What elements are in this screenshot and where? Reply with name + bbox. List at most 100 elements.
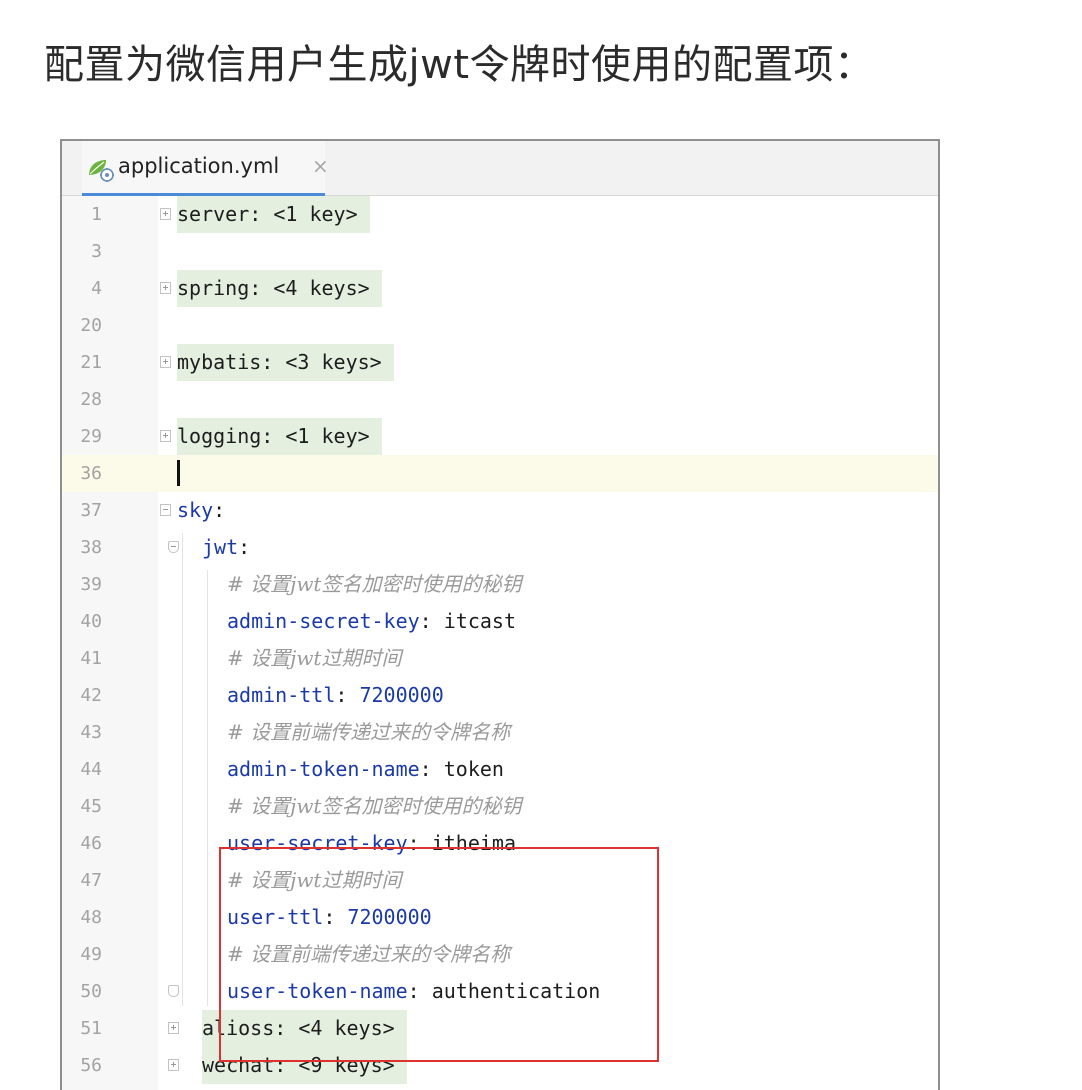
code-line[interactable]: 28 [62, 381, 938, 418]
code-line[interactable]: 49 # 设置前端传递过来的令牌名称 [62, 936, 938, 973]
code-area[interactable]: 1 server: <1 key> 3 4 spring: <4 keys> 20 21 my… [62, 196, 938, 1090]
token-plain: : itcast [419, 609, 516, 633]
line-number: 38 [80, 537, 102, 558]
code-line[interactable]: 47 # 设置jwt过期时间 [62, 862, 938, 899]
line-number: 40 [80, 611, 102, 632]
code-line[interactable]: 39 # 设置jwt签名加密时使用的秘钥 [62, 566, 938, 603]
code-line[interactable]: 51 alioss: <4 keys> [62, 1010, 938, 1047]
code-line[interactable]: 44 admin-token-name: token [62, 751, 938, 788]
code-text: admin-ttl: 7200000 [227, 677, 444, 714]
token-plain: server: <1 key> [177, 202, 358, 226]
code-text: jwt: [202, 529, 250, 566]
code-text: # 设置前端传递过来的令牌名称 [227, 936, 510, 973]
folded-code-region[interactable]: alioss: <4 keys> [202, 1010, 407, 1047]
token-key: sky [177, 498, 214, 522]
token-num: 7200000 [347, 905, 432, 929]
token-plain: wechat: <9 keys> [202, 1053, 395, 1077]
token-plain: : itheima [407, 831, 516, 855]
token-plain: : [238, 535, 251, 559]
code-text: # 设置jwt签名加密时使用的秘钥 [227, 566, 521, 603]
text-caret [177, 460, 180, 486]
folded-code-region[interactable]: server: <1 key> [177, 196, 370, 233]
code-line[interactable]: 40 admin-secret-key: itcast [62, 603, 938, 640]
token-comment: # 设置jwt签名加密时使用的秘钥 [227, 794, 522, 818]
token-comment: # 设置jwt签名加密时使用的秘钥 [227, 572, 522, 596]
code-line[interactable]: 42 admin-ttl: 7200000 [62, 677, 938, 714]
code-text: # 设置jwt过期时间 [227, 640, 401, 677]
line-number: 28 [80, 389, 102, 410]
code-line[interactable]: 41 # 设置jwt过期时间 [62, 640, 938, 677]
token-plain: alioss: <4 keys> [202, 1016, 395, 1040]
line-number: 56 [80, 1055, 102, 1076]
line-number: 36 [80, 463, 102, 484]
editor-tab-bar: application.yml × [62, 141, 938, 196]
code-line[interactable]: 56 wechat: <9 keys> [62, 1047, 938, 1084]
line-number: 37 [80, 500, 102, 521]
line-number: 43 [80, 722, 102, 743]
code-line[interactable]: 1 server: <1 key> [62, 196, 938, 233]
token-key: admin-token-name [227, 757, 420, 781]
tab-file-name: application.yml [118, 154, 280, 178]
line-number: 48 [80, 907, 102, 928]
collapse-fold-icon[interactable] [160, 504, 171, 516]
tab-application-yml[interactable]: application.yml × [82, 141, 329, 196]
line-number: 47 [80, 870, 102, 891]
code-line[interactable]: 21 mybatis: <3 keys> [62, 344, 938, 381]
line-number: 46 [80, 833, 102, 854]
token-plain: spring: <4 keys> [177, 276, 370, 300]
collapse-fold-icon[interactable] [168, 985, 179, 997]
line-number: 44 [80, 759, 102, 780]
code-line[interactable]: 38 jwt: [62, 529, 938, 566]
folded-code-region[interactable]: wechat: <9 keys> [202, 1047, 407, 1084]
expand-fold-icon[interactable] [160, 282, 171, 294]
token-key: user-secret-key [227, 831, 408, 855]
code-line[interactable]: 29 logging: <1 key> [62, 418, 938, 455]
code-line[interactable]: 43 # 设置前端传递过来的令牌名称 [62, 714, 938, 751]
code-text: user-token-name: authentication [227, 973, 600, 1010]
expand-fold-icon[interactable] [160, 208, 171, 220]
line-number: 21 [80, 352, 102, 373]
token-num: 7200000 [359, 683, 444, 707]
expand-fold-icon[interactable] [168, 1059, 179, 1071]
token-comment: # 设置前端传递过来的令牌名称 [227, 720, 511, 744]
code-text: sky: [177, 492, 225, 529]
code-line[interactable]: 50 user-token-name: authentication [62, 973, 938, 1010]
code-line[interactable]: 45 # 设置jwt签名加密时使用的秘钥 [62, 788, 938, 825]
expand-fold-icon[interactable] [160, 430, 171, 442]
folded-code-region[interactable]: spring: <4 keys> [177, 270, 382, 307]
token-plain: mybatis: <3 keys> [177, 350, 382, 374]
line-number: 51 [80, 1018, 102, 1039]
page-heading: 配置为微信用户生成jwt令牌时使用的配置项： [44, 42, 875, 88]
line-number: 50 [80, 981, 102, 1002]
token-key: jwt [202, 535, 239, 559]
line-number: 4 [91, 278, 102, 299]
expand-fold-icon[interactable] [168, 1022, 179, 1034]
folded-code-region[interactable]: logging: <1 key> [177, 418, 382, 455]
token-comment: # 设置前端传递过来的令牌名称 [227, 942, 511, 966]
line-number: 41 [80, 648, 102, 669]
code-line[interactable]: 37 sky: [62, 492, 938, 529]
code-line[interactable]: 48 user-ttl: 7200000 [62, 899, 938, 936]
token-plain: : [213, 498, 226, 522]
token-plain: logging: <1 key> [177, 424, 370, 448]
spring-leaf-icon [89, 160, 114, 182]
token-key: admin-ttl [227, 683, 336, 707]
token-comment: # 设置jwt过期时间 [227, 646, 402, 670]
token-plain: : token [419, 757, 504, 781]
code-text: # 设置jwt过期时间 [227, 862, 401, 899]
token-key: user-ttl [227, 905, 324, 929]
expand-fold-icon[interactable] [160, 356, 171, 368]
code-line[interactable]: 20 [62, 307, 938, 344]
folded-code-region[interactable]: mybatis: <3 keys> [177, 344, 394, 381]
code-line[interactable]: 46 user-secret-key: itheima [62, 825, 938, 862]
code-text: admin-token-name: token [227, 751, 504, 788]
code-line[interactable]: 4 spring: <4 keys> [62, 270, 938, 307]
code-line-current[interactable]: 36 [62, 455, 938, 492]
collapse-fold-icon[interactable] [168, 541, 179, 553]
token-plain: : authentication [407, 979, 601, 1003]
indent-guide [182, 533, 183, 1006]
token-comment: # 设置jwt过期时间 [227, 868, 402, 892]
close-tab-icon[interactable]: × [312, 154, 329, 178]
code-line[interactable]: 3 [62, 233, 938, 270]
code-text: # 设置前端传递过来的令牌名称 [227, 714, 510, 751]
